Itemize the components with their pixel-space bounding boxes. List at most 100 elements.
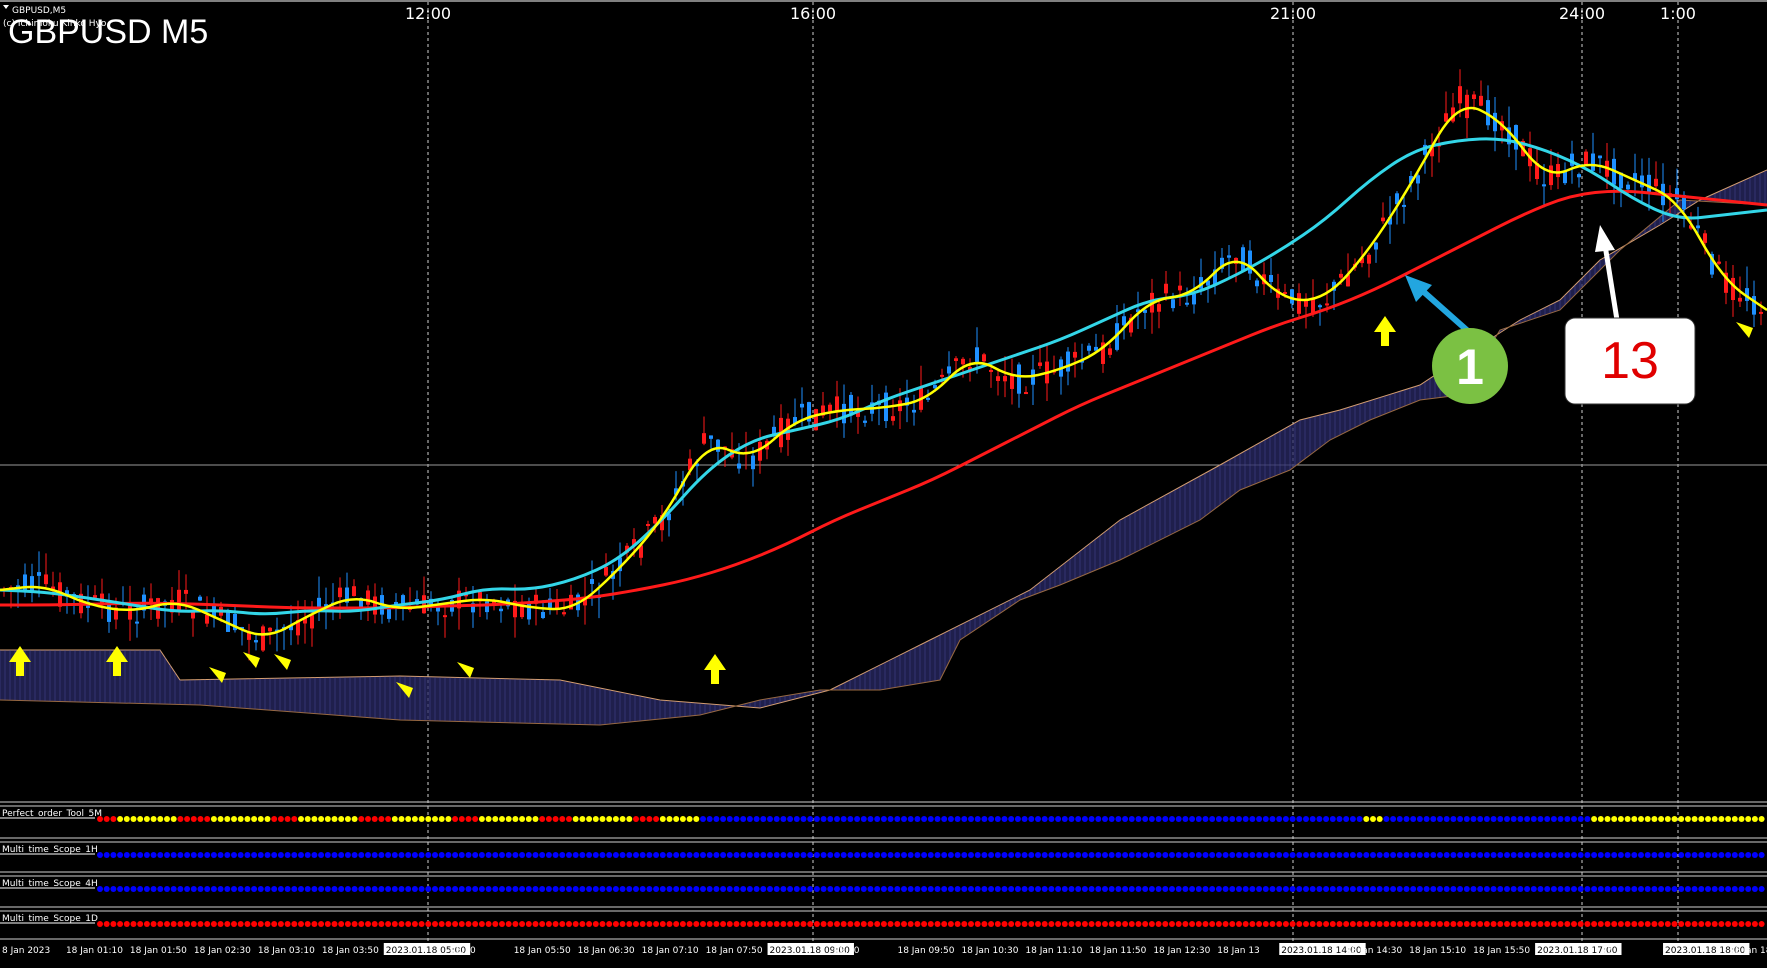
panel-dot (1390, 886, 1397, 892)
panel-dot (1021, 886, 1028, 892)
panel-dot (1041, 886, 1048, 892)
panel-dot (606, 886, 613, 892)
panel-dot (1396, 816, 1403, 822)
candle-body (1185, 302, 1189, 305)
panel-dot (137, 852, 144, 858)
panel-dot (1289, 886, 1296, 892)
panel-dot (210, 921, 217, 927)
panel-dot (344, 921, 351, 927)
panel-dot (97, 816, 103, 822)
panel-dot (793, 816, 800, 822)
panel-dot (880, 921, 887, 927)
panel-dot (1356, 852, 1363, 858)
panel-dot (1256, 921, 1263, 927)
panel-dot (1262, 816, 1269, 822)
panel-dot (1423, 886, 1430, 892)
panel-dot (559, 852, 566, 858)
panel-dot (539, 921, 546, 927)
candle-body (1465, 94, 1469, 119)
panel-dot (130, 816, 137, 822)
panel-dot (1483, 921, 1490, 927)
panel-dot (854, 816, 861, 822)
panel-dot (1705, 816, 1711, 822)
panel-dot (1537, 886, 1544, 892)
panel-dot (1396, 921, 1403, 927)
panel-dot (1477, 816, 1484, 822)
panel-dot (438, 816, 445, 822)
panel-dot (1189, 852, 1196, 858)
panel-dot (1236, 921, 1242, 927)
panel-dot (1664, 816, 1671, 822)
panel-dot (1457, 886, 1464, 892)
candle-body (842, 403, 846, 424)
candle-body (982, 354, 986, 362)
panel-dot (1035, 816, 1041, 822)
panel-dot (813, 852, 820, 858)
panel-dot (847, 816, 854, 822)
panel-dot (927, 816, 934, 822)
panel-dot (371, 852, 378, 858)
panel-dot (1175, 852, 1182, 858)
panel-dot (1564, 816, 1571, 822)
panel-dot (612, 852, 619, 858)
panel-dot (1410, 886, 1417, 892)
panel-dot (1249, 886, 1256, 892)
panel-dot (1068, 852, 1075, 858)
panel-dot (485, 852, 492, 858)
panel-dot (244, 816, 251, 822)
panel-dot (224, 921, 231, 927)
panel-dot (1624, 921, 1631, 927)
panel-dot (358, 886, 365, 892)
price-chart[interactable]: 12:00 16:00 21:00 24:00 1:00 GBPUSD,M5 (c) I… (0, 0, 1767, 964)
panel-dot (773, 852, 780, 858)
panel-dot (921, 886, 928, 892)
panel-dot (753, 852, 760, 858)
panel-dot (1222, 886, 1229, 892)
panel-dot (271, 816, 278, 822)
panel-dot (304, 886, 311, 892)
panel-dot (693, 816, 700, 822)
panel-dot (338, 852, 345, 858)
panel-dot (1041, 921, 1048, 927)
panel-dot (398, 816, 405, 822)
panel-dot (586, 886, 593, 892)
hour-label: 24:00 (1559, 4, 1605, 23)
panel-dot (666, 886, 673, 892)
panel-dot (1718, 816, 1725, 822)
panel-dot (767, 852, 773, 858)
panel-dot (231, 886, 237, 892)
panel-dot (492, 921, 499, 927)
panel-dot (686, 886, 693, 892)
panel-dot (974, 886, 981, 892)
panel-dot (1611, 921, 1618, 927)
candle-body (373, 596, 377, 615)
panel-dot (1048, 852, 1055, 858)
panel-dot (318, 816, 325, 822)
panel-dot (97, 886, 103, 892)
panel-dot (572, 921, 579, 927)
panel-dot (432, 816, 438, 822)
panel-dot (800, 886, 807, 892)
panel-dot (1202, 816, 1209, 822)
panel-dot (1390, 852, 1397, 858)
panel-dot (921, 816, 928, 822)
candle-body (1241, 247, 1245, 272)
panel-dot (331, 886, 338, 892)
panel-dot (338, 886, 345, 892)
panel-dot (1383, 886, 1390, 892)
panel-dot (1617, 816, 1624, 822)
panel-dot (679, 886, 686, 892)
panel-dot (961, 852, 968, 858)
panel-dot (277, 921, 284, 927)
panel-dot (1624, 886, 1631, 892)
candle-body (1402, 204, 1406, 207)
panel-dot (834, 852, 840, 858)
panel-dot (143, 886, 150, 892)
candle-body (947, 366, 951, 374)
panel-dot (499, 816, 505, 822)
panel-dot (1530, 816, 1537, 822)
panel-dot (318, 921, 325, 927)
panel-dot (673, 816, 680, 822)
axis-label: 8 Jan 2023 (2, 946, 50, 956)
panel-dot (720, 921, 727, 927)
